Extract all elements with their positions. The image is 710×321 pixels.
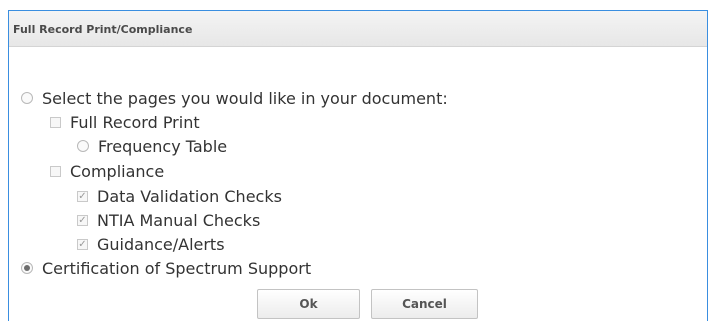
certification-option[interactable]: Certification of Spectrum Support [21, 256, 311, 280]
cancel-button[interactable]: Cancel [371, 289, 478, 319]
guidance-alerts-option[interactable]: ✓ Guidance/Alerts [77, 232, 225, 256]
full-record-print-checkbox[interactable] [50, 116, 61, 128]
compliance-checkbox[interactable] [50, 165, 61, 177]
frequency-table-radio[interactable] [77, 140, 89, 152]
compliance-label: Compliance [70, 161, 165, 181]
select-pages-radio[interactable] [21, 92, 33, 104]
certification-label: Certification of Spectrum Support [42, 258, 312, 278]
full-record-print-label: Full Record Print [70, 112, 200, 132]
data-validation-checks-option[interactable]: ✓ Data Validation Checks [77, 184, 282, 208]
ok-button[interactable]: Ok [257, 289, 360, 319]
data-validation-checks-label: Data Validation Checks [97, 186, 282, 206]
select-pages-label: Select the pages you would like in your … [42, 88, 448, 108]
guidance-alerts-label: Guidance/Alerts [97, 234, 225, 254]
frequency-table-label: Frequency Table [98, 136, 228, 156]
frequency-table-option[interactable]: Frequency Table [77, 134, 227, 158]
ntia-manual-checks-option[interactable]: ✓ NTIA Manual Checks [77, 208, 260, 232]
ntia-manual-checks-checkbox[interactable]: ✓ [77, 214, 88, 226]
select-pages-option[interactable]: Select the pages you would like in your … [21, 86, 448, 110]
dialog-titlebar[interactable]: Full Record Print/Compliance [9, 11, 707, 47]
dialog-title: Full Record Print/Compliance [13, 23, 193, 36]
ntia-manual-checks-label: NTIA Manual Checks [97, 210, 261, 230]
certification-radio[interactable] [21, 262, 33, 274]
guidance-alerts-checkbox[interactable]: ✓ [77, 238, 88, 250]
data-validation-checks-checkbox[interactable]: ✓ [77, 190, 88, 202]
compliance-option[interactable]: Compliance [50, 159, 164, 183]
full-record-print-dialog: Full Record Print/Compliance Select the … [8, 10, 708, 321]
full-record-print-option[interactable]: Full Record Print [50, 110, 200, 134]
